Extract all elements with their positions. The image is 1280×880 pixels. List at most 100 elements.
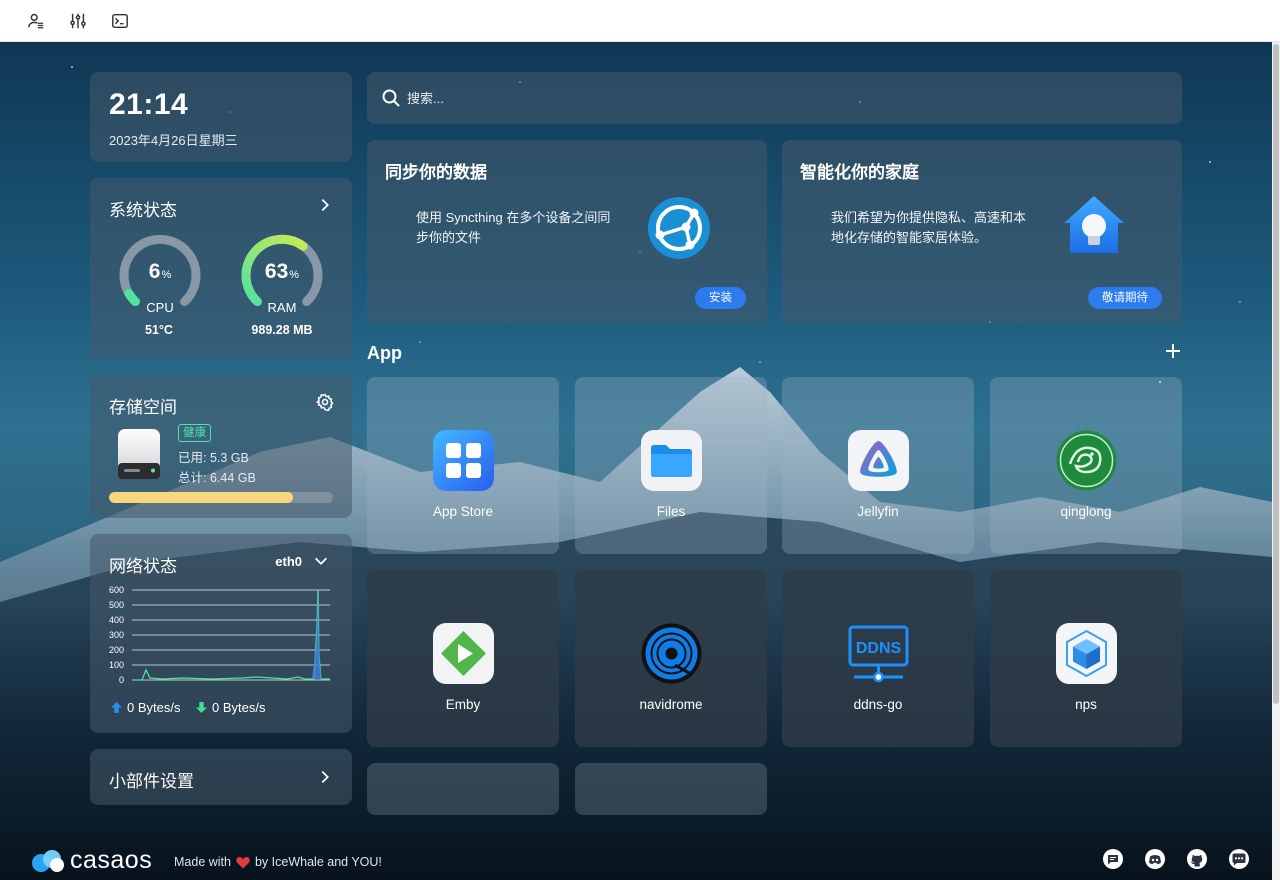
system-status-title: 系统状态	[109, 201, 177, 220]
search-icon	[382, 89, 400, 107]
network-widget: 网络状态 eth0 600 500 400 300 200 100 0 0 Bytes/s …	[90, 534, 352, 733]
storage-total: 总计: 6.44 GB	[178, 471, 256, 485]
made-with-text: Made with by IceWhale and YOU!	[174, 855, 382, 869]
app-tile-files[interactable]: Files	[575, 377, 767, 554]
app-tile-ddns-go[interactable]: DDNS ddns-go	[782, 570, 974, 747]
cpu-temperature: 51°C	[145, 323, 173, 337]
github-icon[interactable]	[1186, 848, 1208, 870]
upload-value: 0 Bytes/s	[127, 700, 181, 715]
app-name: ddns-go	[853, 697, 903, 712]
clock-date: 2023年4月26日星期三	[109, 133, 238, 148]
app-tile-jellyfin[interactable]: Jellyfin	[782, 377, 974, 554]
y-tick-label: 500	[109, 600, 124, 610]
system-status-widget: 系统状态 6% CPU 51°C 63% RAM 989.28 MB	[90, 178, 352, 359]
y-tick-label: 0	[119, 675, 124, 685]
app-name: Files	[656, 504, 686, 519]
widget-settings-title: 小部件设置	[109, 772, 194, 791]
ram-gauge: 63% RAM	[237, 232, 327, 322]
search-input[interactable]	[407, 90, 1167, 106]
chat-icon[interactable]	[1228, 848, 1250, 870]
chevron-right-icon[interactable]	[316, 768, 334, 786]
sliders-icon[interactable]	[68, 11, 88, 31]
ddns-icon-text: DDNS	[856, 640, 902, 657]
clock-time: 21:14	[109, 88, 189, 121]
search-bar[interactable]	[367, 72, 1182, 124]
download-speed: 0 Bytes/s	[196, 700, 265, 715]
casaos-logo-icon	[32, 849, 64, 872]
cpu-gauge: 6% CPU	[115, 232, 205, 322]
clock-widget: 21:14 2023年4月26日星期三	[90, 72, 352, 162]
storage-widget: 存储空间 健康 已用: 5.3 GB 总计: 6.44 GB	[90, 375, 352, 518]
y-tick-label: 400	[109, 615, 124, 625]
smart-home-icon	[1064, 196, 1124, 253]
storage-bar-fill	[109, 492, 293, 503]
interface-selector[interactable]: eth0	[275, 554, 302, 569]
feedback-icon[interactable]	[1102, 848, 1124, 870]
navidrome-icon	[641, 623, 702, 684]
widget-settings[interactable]: 小部件设置	[90, 749, 352, 805]
discord-icon[interactable]	[1144, 848, 1166, 870]
app-name: Jellyfin	[857, 504, 899, 519]
app-tile-emby[interactable]: Emby	[367, 570, 559, 747]
hard-disk-icon	[118, 429, 160, 479]
storage-bar	[109, 492, 333, 503]
app-tile-placeholder[interactable]	[367, 763, 559, 815]
promo-title: 同步你的数据	[385, 163, 487, 182]
app-tile-qinglong[interactable]: qinglong	[990, 377, 1182, 554]
casaos-logo[interactable]: casaos	[30, 846, 152, 875]
app-name: navidrome	[639, 697, 703, 712]
ram-used: 989.28 MB	[251, 323, 313, 337]
app-store-icon	[433, 430, 494, 491]
download-value: 0 Bytes/s	[212, 700, 266, 715]
storage-title: 存储空间	[109, 398, 177, 417]
jellyfin-icon	[848, 430, 909, 491]
y-tick-label: 200	[109, 645, 124, 655]
ram-value: 63%	[264, 260, 300, 283]
heart-icon	[236, 856, 250, 868]
made-with-prefix: Made with	[174, 855, 231, 869]
cpu-value: 6%	[148, 260, 172, 283]
network-chart: 600 500 400 300 200 100 0	[109, 586, 330, 685]
network-title: 网络状态	[109, 557, 177, 576]
promo-description: 使用 Syncthing 在多个设备之间同步你的文件	[416, 210, 611, 245]
app-name: nps	[1075, 697, 1097, 712]
promo-syncthing: 同步你的数据 使用 Syncthing 在多个设备之间同步你的文件 安装	[367, 140, 767, 323]
y-tick-label: 300	[109, 630, 124, 640]
cpu-label: CPU	[146, 300, 174, 315]
app-section-title: App	[367, 343, 402, 363]
app-tile-nps[interactable]: nps	[990, 570, 1182, 747]
app-tile-app-store[interactable]: App Store	[367, 377, 559, 554]
app-tile-navidrome[interactable]: navidrome	[575, 570, 767, 747]
upload-speed: 0 Bytes/s	[111, 700, 180, 715]
ram-label: RAM	[267, 300, 297, 315]
icewhale-link[interactable]: by IceWhale and YOU!	[255, 855, 382, 869]
install-button[interactable]: 安装	[695, 287, 746, 309]
add-app-icon[interactable]	[1163, 341, 1183, 361]
footer-icons	[1102, 848, 1250, 870]
scrollbar-thumb[interactable]	[1273, 44, 1279, 704]
casaos-logo-text: casaos	[70, 846, 153, 874]
promo-description: 我们希望为你提供隐私、高速和本地化存储的智能家居体验。	[831, 210, 1027, 245]
nps-icon	[1056, 623, 1117, 684]
health-badge: 健康	[178, 424, 211, 442]
user-settings-icon[interactable]	[26, 11, 46, 31]
footer: casaos Made with by IceWhale and YOU!	[0, 838, 1272, 880]
arrow-down-icon	[196, 702, 207, 713]
coming-soon-button[interactable]: 敬请期待	[1088, 287, 1162, 309]
syncthing-icon	[648, 197, 710, 259]
emby-icon	[433, 623, 494, 684]
terminal-icon[interactable]	[110, 11, 130, 31]
storage-used: 已用: 5.3 GB	[178, 451, 249, 465]
app-name: qinglong	[1060, 504, 1112, 519]
chevron-down-icon[interactable]	[312, 552, 330, 570]
app-name: App Store	[432, 504, 494, 519]
y-tick-label: 100	[109, 660, 124, 670]
ddns-go-icon: DDNS	[848, 623, 909, 684]
page-scrollbar[interactable]	[1272, 42, 1280, 880]
gear-icon[interactable]	[316, 393, 334, 411]
app-tile-placeholder[interactable]	[575, 763, 767, 815]
top-toolbar	[0, 0, 1280, 42]
chevron-right-icon[interactable]	[316, 196, 334, 214]
arrow-up-icon	[111, 702, 122, 713]
qinglong-icon	[1056, 430, 1117, 491]
